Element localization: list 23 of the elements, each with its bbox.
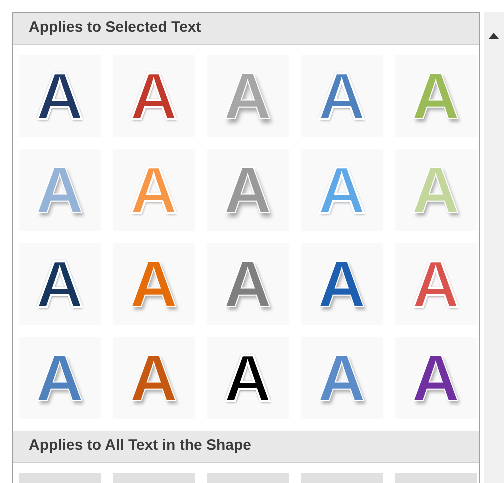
style-tile[interactable]: A (207, 55, 289, 137)
style-tile[interactable]: A (395, 243, 477, 325)
style-tile[interactable]: A (301, 149, 383, 231)
style-tile[interactable]: A (301, 55, 383, 137)
style-tile[interactable]: A (207, 149, 289, 231)
style-tile[interactable]: A (395, 337, 477, 419)
scrollbar[interactable] (484, 12, 504, 483)
style-tile[interactable]: A (113, 337, 195, 419)
style-tile[interactable]: A (19, 337, 101, 419)
section-header: Applies to All Text in the Shape (29, 437, 252, 454)
style-tile[interactable]: A (19, 149, 101, 231)
style-tile[interactable]: A (395, 55, 477, 137)
style-tile[interactable]: A (113, 243, 195, 325)
style-tile[interactable]: A (113, 55, 195, 137)
style-tile[interactable]: A (207, 243, 289, 325)
style-tile[interactable]: A (301, 243, 383, 325)
style-tile[interactable]: A (301, 337, 383, 419)
style-tile[interactable]: A (207, 337, 289, 419)
up-arrow-icon[interactable] (488, 32, 500, 40)
style-tile[interactable]: A (113, 149, 195, 231)
style-tile[interactable]: A (19, 243, 101, 325)
section-header: Applies to Selected Text (29, 19, 202, 36)
style-tile[interactable]: A (19, 55, 101, 137)
